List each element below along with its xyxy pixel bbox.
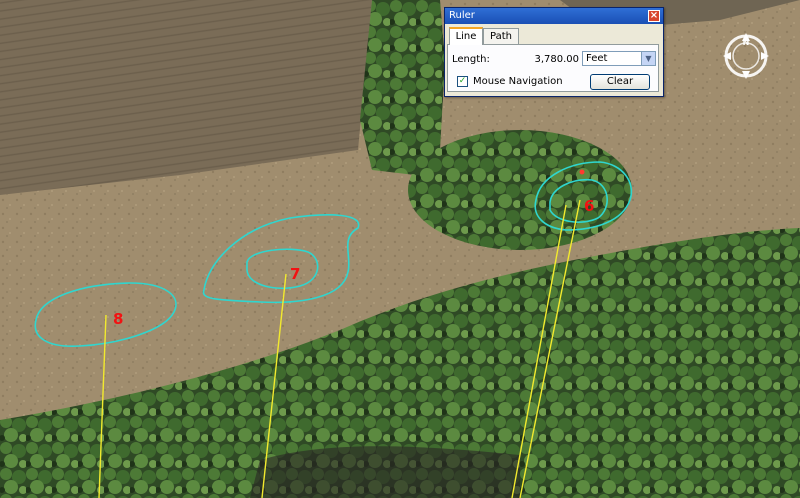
tab-line[interactable]: Line: [449, 27, 483, 45]
unit-select[interactable]: Feet ▼: [582, 51, 656, 66]
compass-rose: N: [723, 33, 769, 79]
compass-north-label: N: [743, 38, 750, 47]
site-marker-7: 7: [290, 265, 300, 283]
close-icon[interactable]: ×: [648, 10, 660, 22]
map-canvas[interactable]: 8 7 6: [0, 0, 800, 498]
compass-icon[interactable]: N: [721, 31, 771, 81]
mouse-navigation-checkbox[interactable]: ✓: [457, 76, 468, 87]
site-marker-6: 6: [584, 197, 594, 215]
length-label: Length:: [452, 54, 490, 65]
ruler-title: Ruler: [449, 10, 475, 21]
chevron-down-icon[interactable]: ▼: [641, 52, 655, 65]
tab-path[interactable]: Path: [483, 28, 519, 44]
unit-select-value: Feet: [586, 53, 608, 64]
dark-clearing: [250, 446, 520, 498]
ruler-dialog[interactable]: Ruler × Line Path Length: 3,780.00 Feet …: [444, 7, 664, 97]
aerial-map[interactable]: 8 7 6: [0, 0, 800, 498]
central-grove: [408, 130, 632, 250]
ruler-titlebar[interactable]: Ruler ×: [445, 8, 663, 24]
tree-line: [360, 0, 445, 175]
site-marker-8: 8: [113, 310, 123, 328]
clear-button[interactable]: Clear: [590, 74, 650, 90]
mouse-navigation-label[interactable]: Mouse Navigation: [473, 76, 563, 87]
ruler-start-point[interactable]: [579, 169, 585, 175]
length-value: 3,780.00: [534, 54, 579, 65]
